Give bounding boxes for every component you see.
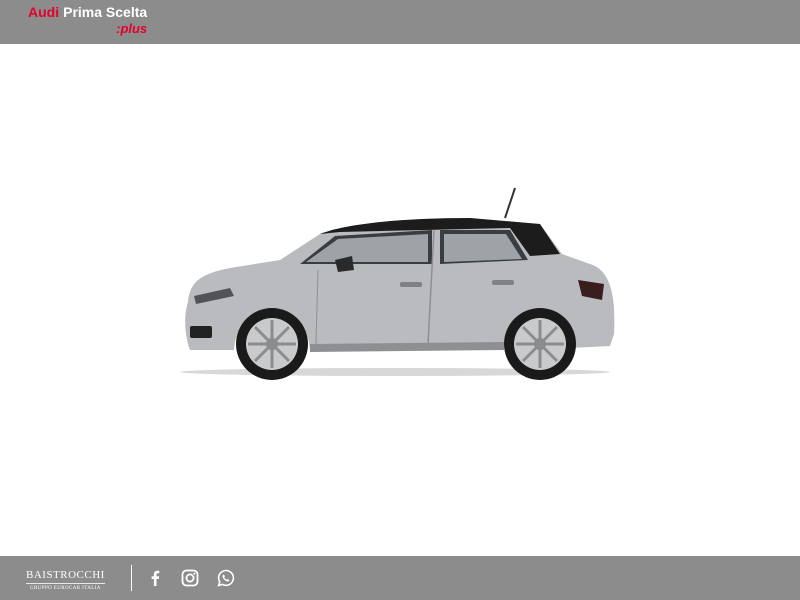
brand-logo[interactable]: Audi Prima Scelta :plus (28, 5, 147, 35)
hero-section (0, 44, 800, 556)
header-bar: Audi Prima Scelta :plus (0, 0, 800, 44)
footer-divider (131, 565, 132, 591)
facebook-icon (151, 570, 160, 586)
footer-bar: BAISTROCCHI GRUPPO EUROCAR ITALIA (0, 556, 800, 600)
car-side-view-icon (180, 187, 615, 380)
dealer-group: GRUPPO EUROCAR ITALIA (30, 586, 101, 591)
dealer-name: BAISTROCCHI (26, 569, 105, 581)
facebook-link[interactable] (145, 568, 165, 588)
whatsapp-icon (217, 569, 235, 587)
brand-plus-text: :plus (116, 21, 148, 36)
brand-prima-scelta-text: Prima Scelta (63, 4, 148, 20)
dealer-rule (26, 583, 105, 584)
brand-title: Audi Prima Scelta (28, 5, 147, 19)
dealer-logo[interactable]: BAISTROCCHI GRUPPO EUROCAR ITALIA (26, 570, 105, 591)
brand-audi-text: Audi (28, 4, 60, 20)
whatsapp-link[interactable] (216, 568, 236, 588)
instagram-icon (181, 569, 199, 587)
instagram-link[interactable] (180, 568, 200, 588)
